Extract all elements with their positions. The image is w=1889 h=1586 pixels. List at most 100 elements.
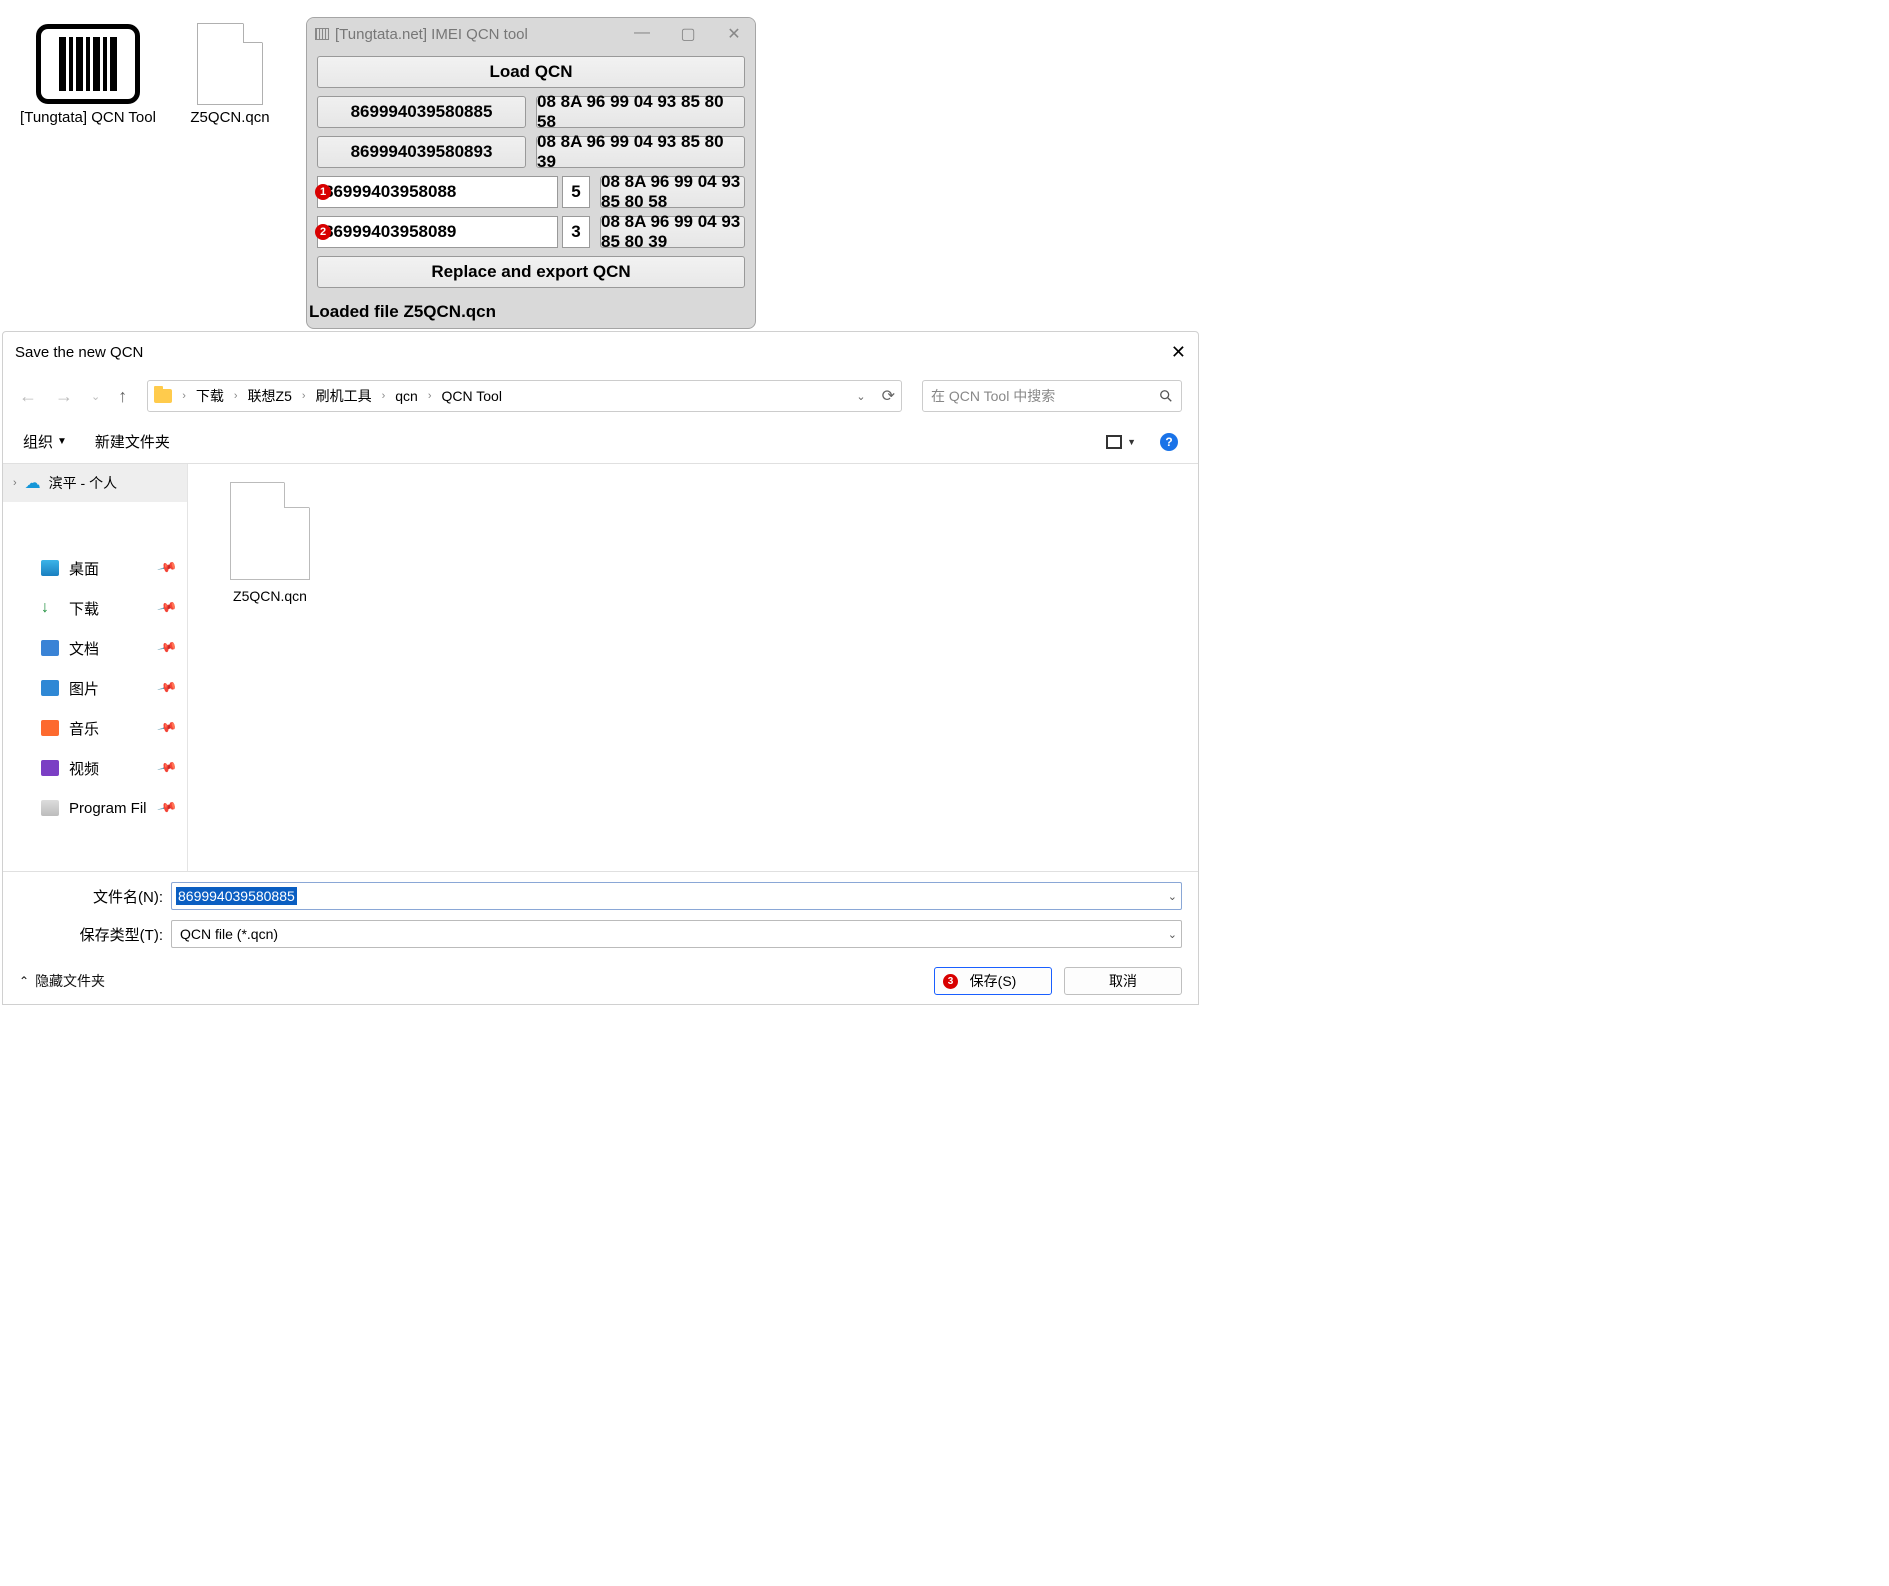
- desktop-icon-label: Z5QCN.qcn: [160, 108, 300, 128]
- sidebar-item-label: 滨平 - 个人: [49, 473, 117, 493]
- sidebar-item-label: Program Fil: [69, 800, 147, 817]
- imei-value-1: 869994039580885: [317, 96, 526, 128]
- annotation-badge-2: 2: [315, 224, 331, 240]
- chevron-right-icon: ›: [182, 390, 186, 402]
- document-icon: [41, 640, 59, 656]
- close-button[interactable]: ✕: [1171, 342, 1186, 363]
- sidebar-item-downloads[interactable]: ↓ 下载 📌: [3, 588, 187, 628]
- chevron-down-icon[interactable]: ⌄: [1168, 928, 1177, 941]
- sidebar-item-label: 图片: [69, 678, 99, 699]
- pin-icon: 📌: [156, 637, 178, 659]
- app-icon: [315, 28, 329, 40]
- nav-up-button[interactable]: ↑: [118, 386, 127, 407]
- imei-input-2-checkdigit[interactable]: [562, 216, 590, 248]
- file-item[interactable]: Z5QCN.qcn: [215, 482, 325, 604]
- save-dialog-window: Save the new QCN ✕ ← → ⌄ ↑ › 下载 › 联想Z5 ›…: [2, 331, 1199, 1005]
- imei-hex-2: 08 8A 96 99 04 93 85 80 39: [536, 136, 745, 168]
- filetype-label: 保存类型(T):: [19, 924, 163, 945]
- filename-label: 文件名(N):: [19, 886, 163, 907]
- desktop-icon-label: [Tungtata] QCN Tool: [18, 108, 158, 128]
- sidebar-item-videos[interactable]: 视频 📌: [3, 748, 187, 788]
- sidebar-item-documents[interactable]: 文档 📌: [3, 628, 187, 668]
- save-button[interactable]: 3 保存(S): [934, 967, 1052, 995]
- view-mode-button[interactable]: [1106, 435, 1140, 449]
- desktop-icon: [41, 560, 59, 576]
- imei-titlebar[interactable]: [Tungtata.net] IMEI QCN tool — ▢ ✕: [307, 18, 755, 50]
- close-button[interactable]: ✕: [721, 24, 747, 44]
- sidebar-item-pictures[interactable]: 图片 📌: [3, 668, 187, 708]
- sidebar: › ☁ 滨平 - 个人 桌面 📌 ↓ 下载 📌 文档 📌: [3, 464, 187, 871]
- download-icon: ↓: [41, 599, 49, 617]
- sidebar-item-label: 桌面: [69, 558, 99, 579]
- sidebar-item-music[interactable]: 音乐 📌: [3, 708, 187, 748]
- breadcrumb-item[interactable]: QCN Tool: [442, 388, 502, 404]
- imei-input-1-hex: 08 8A 96 99 04 93 85 80 58: [600, 176, 745, 208]
- imei-tool-window: [Tungtata.net] IMEI QCN tool — ▢ ✕ Load …: [306, 17, 756, 329]
- cloud-icon: ☁: [25, 473, 41, 493]
- file-list-pane[interactable]: Z5QCN.qcn: [191, 464, 1198, 871]
- pin-icon: 📌: [156, 557, 178, 579]
- maximize-button[interactable]: ▢: [675, 24, 701, 44]
- hide-folders-button[interactable]: ⌃ 隐藏文件夹: [19, 971, 105, 991]
- pin-icon: 📌: [156, 757, 178, 779]
- video-icon: [41, 760, 59, 776]
- imei-input-2[interactable]: [317, 216, 558, 248]
- load-qcn-button[interactable]: Load QCN: [317, 56, 745, 88]
- sidebar-item-program-files[interactable]: Program Fil 📌: [3, 788, 187, 828]
- breadcrumb-item[interactable]: qcn: [395, 388, 418, 404]
- sidebar-item-desktop[interactable]: 桌面 📌: [3, 548, 187, 588]
- status-text: Loaded file Z5QCN.qcn: [307, 298, 755, 328]
- help-button[interactable]: ?: [1160, 433, 1178, 451]
- chevron-right-icon: ›: [428, 390, 432, 402]
- pin-icon: 📌: [156, 797, 178, 819]
- breadcrumb-item[interactable]: 联想Z5: [248, 386, 292, 406]
- filename-input[interactable]: 869994039580885 ⌄: [171, 882, 1182, 910]
- chevron-right-icon: ›: [302, 390, 306, 402]
- filename-value: 869994039580885: [176, 887, 297, 905]
- annotation-badge-1: 1: [315, 184, 331, 200]
- imei-input-1[interactable]: [317, 176, 558, 208]
- organize-menu[interactable]: 组织▼: [23, 431, 67, 452]
- dialog-titlebar[interactable]: Save the new QCN ✕: [3, 332, 1198, 372]
- barcode-icon: [36, 24, 140, 104]
- filetype-select[interactable]: QCN file (*.qcn) ⌄: [171, 920, 1182, 948]
- chevron-down-icon[interactable]: ⌄: [1168, 890, 1177, 903]
- export-qcn-button[interactable]: Replace and export QCN: [317, 256, 745, 288]
- breadcrumb-item[interactable]: 下载: [196, 386, 224, 406]
- search-placeholder: 在 QCN Tool 中搜索: [931, 386, 1055, 406]
- cancel-button[interactable]: 取消: [1064, 967, 1182, 995]
- music-icon: [41, 720, 59, 736]
- refresh-button[interactable]: ⟳: [882, 386, 895, 406]
- address-bar[interactable]: › 下载 › 联想Z5 › 刷机工具 › qcn › QCN Tool ⌄ ⟳: [147, 380, 902, 412]
- chevron-right-icon: ›: [13, 477, 17, 489]
- imei-hex-1: 08 8A 96 99 04 93 85 80 58: [536, 96, 745, 128]
- sidebar-onedrive[interactable]: › ☁ 滨平 - 个人: [3, 464, 187, 502]
- sidebar-item-label: 音乐: [69, 718, 99, 739]
- imei-input-1-checkdigit[interactable]: [562, 176, 590, 208]
- breadcrumb-item[interactable]: 刷机工具: [316, 386, 372, 406]
- new-folder-button[interactable]: 新建文件夹: [95, 431, 170, 452]
- minimize-button[interactable]: —: [629, 24, 655, 44]
- file-icon: [230, 482, 310, 580]
- desktop-icon-qcn-file[interactable]: Z5QCN.qcn: [160, 24, 300, 128]
- dialog-title: Save the new QCN: [15, 344, 143, 361]
- desktop-icon-qcn-tool[interactable]: [Tungtata] QCN Tool: [18, 24, 158, 128]
- sidebar-item-label: 视频: [69, 758, 99, 779]
- file-icon: [178, 24, 282, 104]
- nav-recent-button[interactable]: ⌄: [91, 390, 100, 403]
- folder-icon: [154, 389, 172, 403]
- address-dropdown-button[interactable]: ⌄: [856, 390, 865, 403]
- file-item-label: Z5QCN.qcn: [215, 588, 325, 604]
- filetype-value: QCN file (*.qcn): [176, 926, 278, 942]
- imei-input-2-hex: 08 8A 96 99 04 93 85 80 39: [600, 216, 745, 248]
- window-title: [Tungtata.net] IMEI QCN tool: [335, 26, 528, 43]
- search-icon: [1159, 389, 1173, 403]
- search-input[interactable]: 在 QCN Tool 中搜索: [922, 380, 1182, 412]
- pin-icon: 📌: [156, 717, 178, 739]
- sidebar-item-label: 下载: [69, 598, 99, 619]
- annotation-badge-3: 3: [943, 974, 958, 989]
- nav-back-button[interactable]: ←: [19, 386, 37, 407]
- nav-forward-button[interactable]: →: [55, 386, 73, 407]
- imei-value-2: 869994039580893: [317, 136, 526, 168]
- chevron-right-icon: ›: [234, 390, 238, 402]
